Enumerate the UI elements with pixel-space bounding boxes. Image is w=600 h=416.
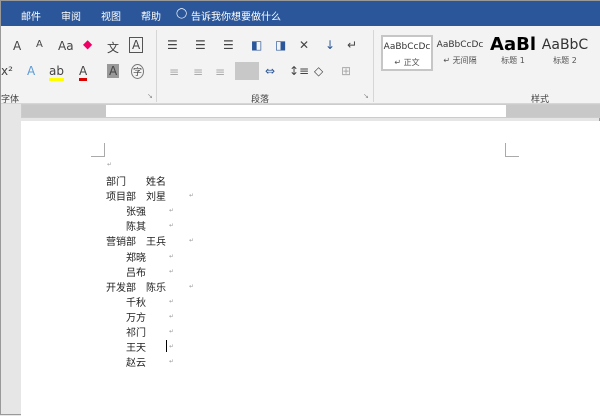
distributed-icon[interactable]: ⇔ xyxy=(265,64,275,78)
align-right-icon[interactable]: ≡ xyxy=(215,65,225,79)
crop-mark xyxy=(505,143,519,157)
tab-view[interactable]: 视图 xyxy=(101,8,121,23)
name-cell: 郑晓 xyxy=(126,252,146,264)
numbering-icon[interactable]: ☰ xyxy=(195,38,206,52)
shrink-font-icon[interactable]: A xyxy=(36,39,43,50)
name-cell: 刘星 xyxy=(146,192,166,204)
line-spacing-icon[interactable]: ↕≡ xyxy=(289,64,309,78)
header-name: 姓名 xyxy=(146,177,166,188)
paragraph-mark: ↵ xyxy=(189,192,195,200)
increase-indent-icon[interactable]: ◨ xyxy=(275,38,286,52)
text-effects-icon[interactable]: A xyxy=(27,64,35,78)
paragraph-mark: ↵ xyxy=(169,312,175,320)
paragraph-mark: ↵ xyxy=(169,222,175,230)
clear-format-icon[interactable]: ◆ xyxy=(83,37,92,51)
paragraph-mark: ↵ xyxy=(169,297,175,305)
asian-layout-icon[interactable]: ✕ xyxy=(299,38,309,52)
paragraph-mark: ↵ xyxy=(169,328,175,335)
font-color-icon[interactable]: A xyxy=(79,64,88,81)
style-normal[interactable]: AaBbCcDc ↵ 正文 xyxy=(381,35,433,71)
document-page[interactable]: ↵ 部门 姓名 项目部 刘星 ↵ 张强 ↵ 陈其 ↵ 营销部 王兵 ↵ 郑晓 ↵ 吕布 ↵ 开发部 陈乐 ↵ 千秋… xyxy=(21,121,600,416)
align-center-icon[interactable]: ≡ xyxy=(193,65,203,79)
paragraph-mark: ↵ xyxy=(169,252,175,260)
ruler-left-margin xyxy=(22,105,106,117)
style-heading-1[interactable]: AaBl 标题 1 xyxy=(487,35,539,71)
name-cell: 张强 xyxy=(126,207,146,219)
dept-cell: 开发部 xyxy=(106,282,136,294)
grow-font-icon[interactable]: A xyxy=(13,39,21,53)
name-cell: 万方 xyxy=(126,312,146,324)
name-cell: 吕布 xyxy=(126,267,146,279)
paragraph-mark: ↵ xyxy=(169,343,175,351)
bullets-icon[interactable]: ☰ xyxy=(167,38,178,52)
ribbon-tabs: 邮件 审阅 视图 帮助 ◯ 告诉我你想要做什么 xyxy=(1,1,600,26)
name-cell: 陈其 xyxy=(126,222,146,234)
ribbon: A A Aa ◆ 文 A x² A ab A A 字 字体 ☰ ☰ ☰ ◧ ◨ … xyxy=(1,26,600,105)
divider xyxy=(156,30,157,102)
paragraph-mark: ↵ xyxy=(169,358,175,366)
text-cursor xyxy=(166,340,167,353)
lightbulb-icon: ◯ xyxy=(176,8,188,19)
header-dept: 部门 xyxy=(106,177,126,188)
show-marks-icon[interactable]: ↵ xyxy=(347,38,357,52)
character-border-icon[interactable]: A xyxy=(129,37,144,53)
change-case-icon[interactable]: Aa xyxy=(58,39,74,53)
paragraph-mark: ↵ xyxy=(107,161,113,168)
superscript-icon[interactable]: x² xyxy=(1,64,13,78)
name-cell: 祁门 xyxy=(126,328,146,339)
paragraph-mark: ↵ xyxy=(169,267,175,275)
tab-mailings[interactable]: 邮件 xyxy=(21,8,41,23)
justify-button[interactable] xyxy=(235,62,259,80)
decrease-indent-icon[interactable]: ◧ xyxy=(251,38,262,52)
name-cell: 千秋 xyxy=(126,297,146,309)
dialog-launcher-icon[interactable]: ↘ xyxy=(363,92,369,100)
name-cell: 赵云 xyxy=(126,358,146,370)
borders-icon[interactable]: ⊞ xyxy=(341,64,351,78)
dept-cell: 项目部 xyxy=(106,192,136,204)
crop-mark xyxy=(91,143,105,157)
tab-help[interactable]: 帮助 xyxy=(141,8,161,23)
style-no-spacing[interactable]: AaBbCcDc ↵ 无间隔 xyxy=(434,35,486,71)
horizontal-ruler[interactable] xyxy=(21,104,600,118)
name-cell: 王天 xyxy=(126,343,146,355)
tab-review[interactable]: 审阅 xyxy=(61,8,81,23)
phonetic-guide-icon[interactable]: 文 xyxy=(107,39,119,56)
paragraph-mark: ↵ xyxy=(189,237,195,245)
divider xyxy=(373,30,374,102)
dialog-launcher-icon[interactable]: ↘ xyxy=(147,92,153,100)
ruler-right-margin xyxy=(506,105,600,117)
dept-cell: 营销部 xyxy=(106,237,136,249)
sort-icon[interactable]: ↓ xyxy=(325,38,335,52)
name-cell: 王兵 xyxy=(146,237,166,249)
character-shading-icon[interactable]: A xyxy=(107,64,120,78)
shading-icon[interactable]: ◇ xyxy=(314,64,323,78)
highlight-icon[interactable]: ab xyxy=(49,64,64,81)
tell-me-search[interactable]: 告诉我你想要做什么 xyxy=(191,8,281,23)
paragraph-mark: ↵ xyxy=(189,282,195,290)
enclose-character-icon[interactable]: 字 xyxy=(131,64,145,79)
align-left-icon[interactable]: ≡ xyxy=(169,65,179,79)
name-cell: 陈乐 xyxy=(146,282,166,294)
font-group-label: 字体 xyxy=(1,95,20,105)
style-heading-2[interactable]: AaBbC 标题 2 xyxy=(539,35,591,71)
paragraph-mark: ↵ xyxy=(169,207,175,215)
multilevel-list-icon[interactable]: ☰ xyxy=(223,38,234,52)
